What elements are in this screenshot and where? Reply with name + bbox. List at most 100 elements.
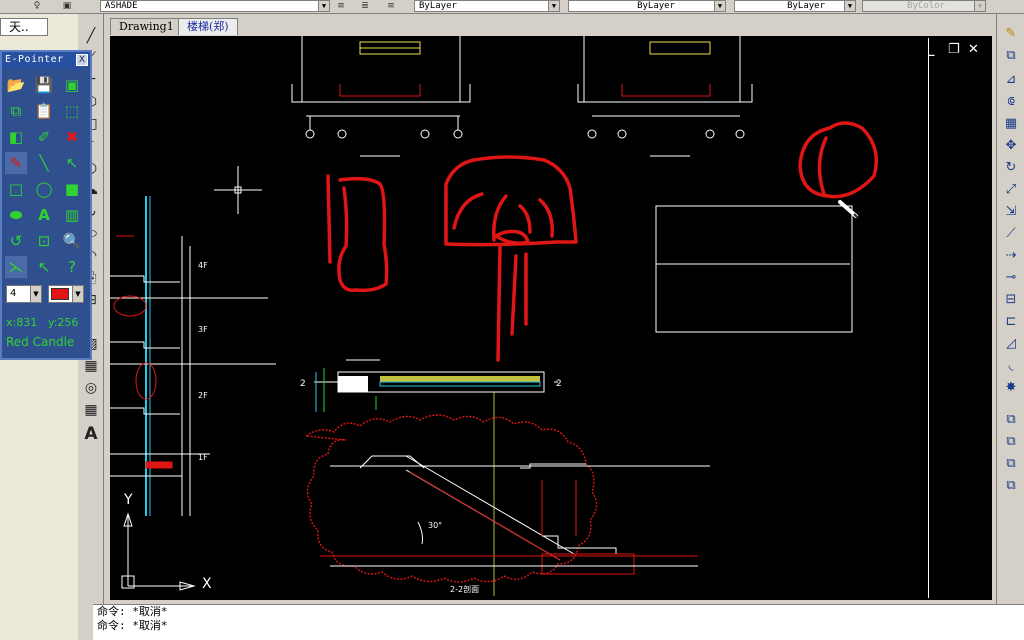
tab-stairs[interactable]: 楼梯(郑)	[178, 18, 238, 35]
close-icon[interactable]: ✕	[968, 42, 979, 57]
elevation-view	[110, 196, 276, 516]
freehand-annotations	[326, 121, 878, 362]
ucs-icon	[121, 512, 196, 591]
chevron-down-icon: ▼	[72, 286, 83, 302]
layer-lock-icon[interactable]: ▣	[60, 0, 74, 12]
e-pointer-panel: E-Pointer X 📂 💾 ▣ ⧉ 📋 ⬚ ◧ ✐ ✖ ✎ ╲ ↖ □ ◯ …	[0, 50, 92, 360]
cursor-icon[interactable]: ↖	[33, 256, 55, 278]
zoom-icon[interactable]: 🔍	[61, 230, 83, 252]
explode-icon[interactable]: ✸	[1001, 378, 1021, 398]
command-line[interactable]: 命令: *取消* 命令: *取消*	[93, 604, 1024, 640]
open-icon[interactable]: 📂	[5, 74, 27, 96]
color-combo[interactable]: ByLayer ▼	[414, 0, 560, 12]
rotate-icon[interactable]: ↻	[1001, 158, 1021, 178]
line-icon[interactable]: ╱	[81, 26, 101, 46]
angle-label: 30°	[428, 521, 442, 530]
floor-label-4f: 4F	[198, 261, 208, 270]
break-at-point-icon[interactable]: ⊸	[1001, 268, 1021, 288]
image-icon[interactable]: ▣	[61, 74, 83, 96]
filled-ellipse-icon[interactable]: ⬬	[5, 204, 27, 226]
mirror-icon[interactable]: ⊿	[1001, 70, 1021, 90]
layer-iso-icon[interactable]: ≡	[384, 0, 398, 12]
chevron-down-icon: ▼	[548, 1, 559, 11]
screen-icon[interactable]: ⊡	[33, 230, 55, 252]
table-icon[interactable]: ▦	[81, 400, 101, 420]
chamfer-icon[interactable]: ◿	[1001, 334, 1021, 354]
chevron-down-icon: ▼	[318, 1, 329, 11]
offset-icon[interactable]: ⟃	[1001, 92, 1021, 112]
chevron-down-icon: ▼	[974, 1, 985, 11]
layer-state-icon[interactable]: ♀	[30, 0, 44, 12]
paste-icon[interactable]: 📋	[33, 100, 55, 122]
copy-icon[interactable]: ⧉	[1001, 46, 1021, 66]
pen-cursor	[838, 200, 859, 219]
eraser-icon[interactable]: ◧	[5, 126, 27, 148]
break-icon[interactable]: ⊟	[1001, 290, 1021, 310]
linetype-combo[interactable]: ByLayer ▼	[568, 0, 726, 12]
crosshair-cursor	[214, 166, 262, 214]
bring-above-icon[interactable]: ⧉	[1001, 454, 1021, 474]
trim-icon[interactable]: ⟋	[1001, 224, 1021, 244]
pointer-mode-icon[interactable]: ⋋	[5, 256, 27, 278]
close-icon[interactable]: X	[76, 54, 88, 66]
restore-icon[interactable]: ❐	[948, 42, 960, 57]
pen-icon[interactable]: ✎	[5, 152, 27, 174]
pen-width-select[interactable]: 4 ▼	[6, 285, 42, 303]
send-under-icon[interactable]: ⧉	[1001, 476, 1021, 496]
rectangle-icon[interactable]: □	[5, 178, 27, 200]
lineweight-combo[interactable]: ByLayer ▼	[734, 0, 856, 12]
bars-icon[interactable]: ▥	[61, 204, 83, 226]
filled-rectangle-icon[interactable]: ■	[61, 178, 83, 200]
floor-labels: 4F 3F 2F 1F	[198, 261, 208, 462]
dropper-icon[interactable]: ✐	[33, 126, 55, 148]
fillet-icon[interactable]: ◟	[1001, 356, 1021, 376]
command-history-line: 命令: *取消*	[97, 619, 168, 632]
white-table-outline	[655, 205, 853, 333]
copy-icon[interactable]: ⧉	[5, 100, 27, 122]
plan-view-left	[291, 36, 471, 157]
floor-label-1f: 1F	[198, 453, 208, 462]
join-icon[interactable]: ⊏	[1001, 312, 1021, 332]
layer-previous-icon[interactable]: ≡	[334, 0, 348, 12]
cursor-y-readout: y:256	[48, 316, 79, 329]
undo-icon[interactable]: ↺	[5, 230, 27, 252]
line-icon[interactable]: ╲	[33, 152, 55, 174]
erase-icon[interactable]: ✎	[1001, 24, 1021, 44]
minimize-icon[interactable]: _	[928, 42, 935, 57]
section-marker-right: 2	[556, 379, 562, 389]
lineweight-combo-value: ByLayer	[787, 1, 825, 11]
draw-order-back-icon[interactable]: ⧉	[1001, 432, 1021, 452]
chevron-down-icon: ▼	[714, 1, 725, 11]
layer-combo[interactable]: ASHADE ▼	[100, 0, 330, 12]
tab-drawing1[interactable]: Drawing1	[110, 18, 183, 35]
drawing-canvas[interactable]: 4F 3F 2F 1F 2 2 30° 2-2剖面 Y X	[110, 36, 992, 600]
text-icon[interactable]: A	[33, 204, 55, 226]
pen-width-value: 4	[10, 288, 17, 299]
clear-icon[interactable]: ✖	[61, 126, 83, 148]
help-icon[interactable]: ?	[61, 256, 83, 278]
save-icon[interactable]: 💾	[33, 74, 55, 96]
layer-match-icon[interactable]: ≣	[358, 0, 372, 12]
pen-color-select[interactable]: ▼	[48, 285, 84, 303]
region-icon[interactable]: ◎	[81, 378, 101, 398]
arrow-icon[interactable]: ↖	[61, 152, 83, 174]
modify-toolbar: ✎ ⧉ ⊿ ⟃ ▦ ✥ ↻ ⤢ ⇲ ⟋ ⇢ ⊸ ⊟ ⊏ ◿ ◟ ✸ ⧉ ⧉ ⧉ …	[996, 14, 1024, 606]
background-window-title: 天..	[0, 18, 48, 36]
section-marker-left: 2	[300, 379, 306, 389]
chevron-down-icon: ▼	[844, 1, 855, 11]
stair-plan: 2 2	[300, 359, 562, 596]
document-tabs: Drawing1 楼梯(郑)	[104, 14, 996, 36]
move-icon[interactable]: ✥	[1001, 136, 1021, 156]
multiline-text-icon[interactable]: A	[81, 424, 101, 444]
array-icon[interactable]: ▦	[1001, 114, 1021, 134]
scale-icon[interactable]: ⤢	[1001, 180, 1021, 200]
floor-label-2f: 2F	[198, 391, 208, 400]
extend-icon[interactable]: ⇢	[1001, 246, 1021, 266]
draw-order-front-icon[interactable]: ⧉	[1001, 410, 1021, 430]
stretch-icon[interactable]: ⇲	[1001, 202, 1021, 222]
floor-label-3f: 3F	[198, 325, 208, 334]
select-region-icon[interactable]: ⬚	[61, 100, 83, 122]
section-2-2: 30° 2-2剖面	[304, 414, 710, 594]
ellipse-icon[interactable]: ◯	[33, 178, 55, 200]
plan-view-right	[577, 36, 753, 157]
